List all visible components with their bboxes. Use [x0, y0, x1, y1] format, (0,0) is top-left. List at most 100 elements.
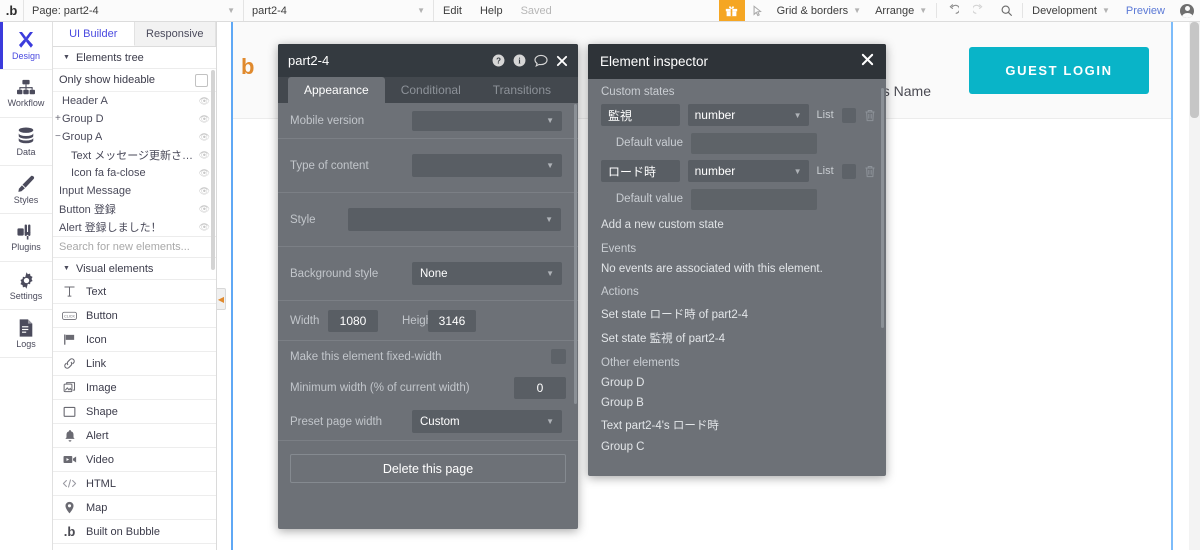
preview-button[interactable]: Preview	[1117, 0, 1174, 21]
eye-icon[interactable]: 👁	[199, 114, 210, 125]
tree-item-icon-fa-close[interactable]: Icon fa fa-close 👁	[53, 164, 216, 182]
palette-item-text[interactable]: Text	[53, 280, 216, 304]
pointer-icon[interactable]	[745, 0, 770, 21]
gift-icon[interactable]	[718, 0, 745, 21]
eye-icon[interactable]: 👁	[199, 150, 210, 161]
action-item[interactable]: Set state ロード時 of part2-4	[588, 302, 886, 326]
only-show-hideable-row[interactable]: Only show hideable	[53, 69, 216, 92]
width-input[interactable]: 1080	[328, 309, 378, 332]
list-checkbox[interactable]	[841, 107, 856, 123]
other-element-item[interactable]: Group D	[588, 373, 886, 393]
height-input[interactable]: 3146	[428, 309, 476, 332]
undo-icon[interactable]	[939, 0, 966, 21]
palette-item-button[interactable]: CLICK Button	[53, 304, 216, 328]
collapse-panel-handle[interactable]: ◀	[217, 288, 226, 310]
fixed-width-checkbox[interactable]	[551, 349, 566, 364]
state-type-select[interactable]: number ▼	[687, 104, 809, 126]
tree-item-button-register[interactable]: Button 登録 👁	[53, 200, 216, 218]
minimum-width-input[interactable]: 0	[514, 376, 566, 399]
tree-item-input-message[interactable]: Input Message 👁	[53, 182, 216, 200]
default-value-input[interactable]	[691, 188, 817, 210]
palette-item-icon[interactable]: Icon	[53, 328, 216, 352]
sidebar-item-data[interactable]: Data	[0, 118, 52, 166]
sidebar-item-design[interactable]: Design	[0, 22, 52, 70]
close-icon[interactable]	[861, 53, 874, 70]
tab-transitions[interactable]: Transitions	[477, 77, 567, 103]
search-icon[interactable]	[993, 0, 1020, 21]
elements-panel-scrollbar[interactable]	[211, 70, 215, 270]
tree-item-group-d[interactable]: + Group D 👁	[53, 110, 216, 128]
list-checkbox[interactable]	[841, 163, 856, 179]
palette-item-video[interactable]: Video	[53, 448, 216, 472]
edit-menu[interactable]: Edit	[434, 0, 471, 21]
default-value-input[interactable]	[691, 132, 817, 154]
eye-icon[interactable]: 👁	[199, 186, 210, 197]
delete-page-button[interactable]: Delete this page	[290, 454, 566, 483]
tab-ui-builder[interactable]: UI Builder	[53, 22, 135, 46]
action-item[interactable]: Set state 監視 of part2-4	[588, 326, 886, 350]
state-type-select[interactable]: number ▼	[687, 160, 809, 182]
bubble-logo-icon[interactable]: .b	[0, 0, 24, 21]
inspector-scrollbar[interactable]	[881, 88, 884, 328]
type-of-content-select[interactable]: ▼	[412, 154, 562, 177]
visual-elements-header[interactable]: ▼ Visual elements	[53, 258, 216, 280]
palette-item-shape[interactable]: Shape	[53, 400, 216, 424]
palette-item-image[interactable]: Image	[53, 376, 216, 400]
eye-icon[interactable]: 👁	[199, 96, 210, 107]
arrange-menu[interactable]: Arrange ▼	[868, 0, 934, 21]
style-select[interactable]: ▼	[348, 208, 561, 231]
element-selector[interactable]: part2-4 ▼	[244, 0, 434, 21]
eye-icon[interactable]: 👁	[199, 168, 210, 179]
sidebar-item-workflow[interactable]: Workflow	[0, 70, 52, 118]
eye-icon[interactable]: 👁	[199, 204, 210, 215]
tab-appearance[interactable]: Appearance	[288, 77, 385, 103]
tree-item-text-message[interactable]: Text メッセージ更新され… 👁	[53, 146, 216, 164]
row-mobile-version: Mobile version ▼	[278, 103, 578, 139]
sidebar-item-styles[interactable]: Styles	[0, 166, 52, 214]
tree-expander[interactable]: −	[55, 132, 62, 142]
palette-item-link[interactable]: Link	[53, 352, 216, 376]
canvas-scrollbar-thumb[interactable]	[1190, 22, 1199, 118]
close-icon[interactable]	[556, 55, 568, 67]
state-name-input[interactable]: 監視	[601, 104, 680, 126]
only-show-hideable-checkbox[interactable]	[195, 73, 208, 87]
help-icon[interactable]: ?	[492, 54, 505, 67]
mobile-version-select[interactable]: ▼	[412, 110, 562, 131]
grid-borders-menu[interactable]: Grid & borders ▼	[770, 0, 868, 21]
palette-item-map[interactable]: Map	[53, 496, 216, 520]
other-element-item[interactable]: Text part2-4's ロード時	[588, 413, 886, 437]
tree-item-alert-registered[interactable]: Alert 登録しました！ 👁	[53, 218, 216, 236]
other-element-item[interactable]: Group C	[588, 437, 886, 457]
tree-item-group-a[interactable]: − Group A 👁	[53, 128, 216, 146]
add-custom-state-link[interactable]: Add a new custom state	[588, 214, 886, 236]
guest-login-button[interactable]: GUEST LOGIN	[969, 47, 1149, 94]
eye-icon[interactable]: 👁	[199, 132, 210, 143]
other-element-item[interactable]: Group B	[588, 393, 886, 413]
tree-expander[interactable]: +	[55, 114, 62, 124]
comment-icon[interactable]	[534, 54, 548, 67]
preset-page-width-select[interactable]: Custom ▼	[412, 410, 562, 433]
trash-icon[interactable]	[864, 165, 876, 178]
tab-responsive[interactable]: Responsive	[134, 22, 216, 46]
page-selector[interactable]: Page: part2-4 ▼	[24, 0, 244, 21]
avatar[interactable]	[1174, 0, 1200, 21]
property-editor-scrollbar[interactable]	[574, 104, 577, 404]
sidebar-item-logs[interactable]: Logs	[0, 310, 52, 358]
tab-conditional[interactable]: Conditional	[385, 77, 477, 103]
help-menu[interactable]: Help	[471, 0, 512, 21]
elements-tree-header[interactable]: ▼ Elements tree	[53, 47, 216, 69]
eye-icon[interactable]: 👁	[199, 222, 210, 233]
version-selector[interactable]: Development ▼	[1025, 0, 1117, 21]
tree-item-header-a[interactable]: Header A 👁	[53, 92, 216, 110]
palette-item-html[interactable]: HTML	[53, 472, 216, 496]
palette-item-built-on-bubble[interactable]: .b Built on Bubble	[53, 520, 216, 544]
trash-icon[interactable]	[864, 109, 876, 122]
canvas-scrollbar[interactable]	[1189, 22, 1200, 550]
palette-item-alert[interactable]: Alert	[53, 424, 216, 448]
sidebar-item-plugins[interactable]: Plugins	[0, 214, 52, 262]
state-name-input[interactable]: ロード時	[601, 160, 680, 182]
background-style-select[interactable]: None ▼	[412, 262, 562, 285]
info-icon[interactable]: i	[513, 54, 526, 67]
search-new-elements-input[interactable]: Search for new elements...	[53, 236, 216, 258]
sidebar-item-settings[interactable]: Settings	[0, 262, 52, 310]
